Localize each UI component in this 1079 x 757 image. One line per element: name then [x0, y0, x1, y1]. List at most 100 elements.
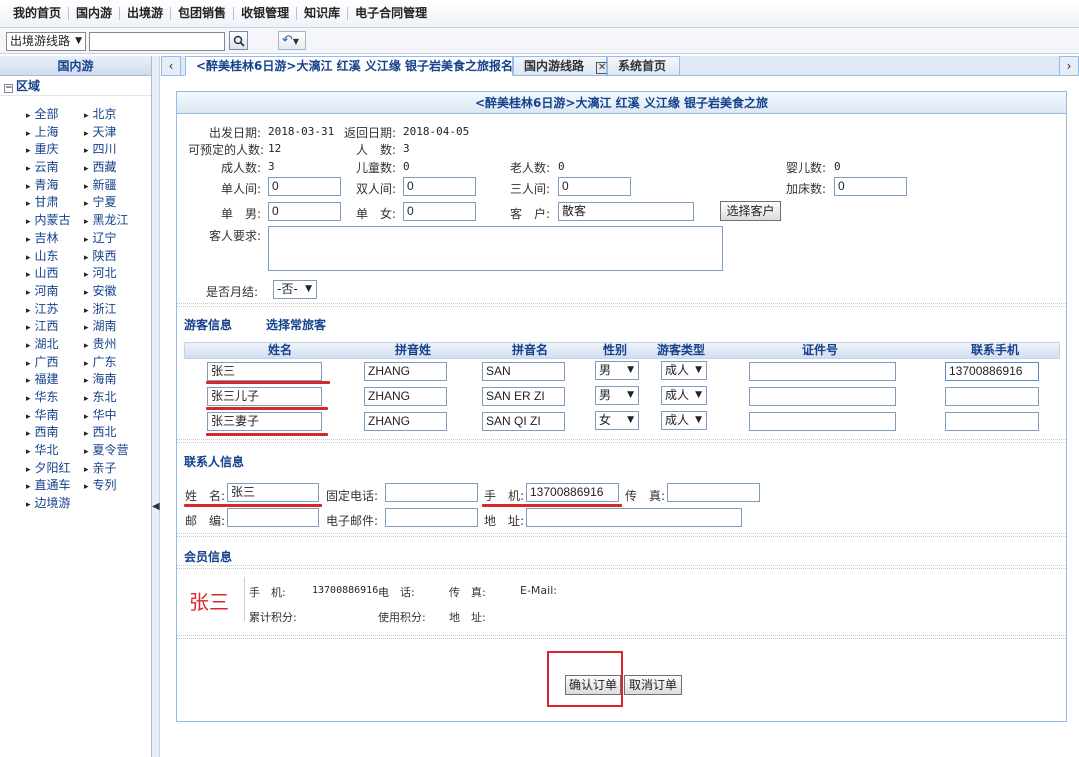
sidebar-item-province[interactable]: 华东	[26, 389, 84, 407]
sidebar-item-province[interactable]: 直通车	[26, 477, 84, 495]
sidebar-item-province[interactable]: 亲子	[84, 460, 154, 478]
contact-address-input[interactable]	[526, 508, 742, 527]
contact-mobile-input[interactable]: 13700886916	[526, 483, 619, 502]
sidebar-item-province[interactable]: 华北	[26, 442, 84, 460]
requirements-textarea[interactable]	[268, 226, 723, 271]
sidebar-item-province[interactable]: 陕西	[84, 248, 154, 266]
sidebar-item-province[interactable]: 山东	[26, 248, 84, 266]
guest-id-input[interactable]	[749, 412, 896, 431]
menu-outbound[interactable]: 出境游	[120, 7, 172, 20]
collapse-icon[interactable]: −	[4, 84, 13, 93]
single-female-input[interactable]: 0	[403, 202, 476, 221]
chevron-left-icon[interactable]: ◀	[152, 501, 160, 512]
region-tree-node[interactable]: − 区域	[0, 76, 151, 96]
menu-domestic[interactable]: 国内游	[69, 7, 121, 20]
contact-name-input[interactable]: 张三	[227, 483, 319, 502]
search-input[interactable]	[89, 32, 225, 51]
triple-room-input[interactable]: 0	[558, 177, 631, 196]
sidebar-item-province[interactable]: 西藏	[84, 159, 154, 177]
tab-domestic-routes[interactable]: 国内游线路 ✕	[513, 56, 609, 76]
sidebar-item-province[interactable]: 安徽	[84, 283, 154, 301]
sidebar-item-province[interactable]: 天津	[84, 124, 154, 142]
sidebar-item-province[interactable]: 全部	[26, 106, 84, 124]
sidebar-item-province[interactable]: 江西	[26, 318, 84, 336]
sidebar-item-province[interactable]: 河南	[26, 283, 84, 301]
tab-scroll-left[interactable]: ‹	[161, 56, 181, 76]
extra-bed-input[interactable]: 0	[834, 177, 907, 196]
tab-scroll-right[interactable]: ›	[1059, 56, 1079, 76]
select-customer-button[interactable]: 选择客户	[720, 201, 781, 221]
guest-id-input[interactable]	[749, 362, 896, 381]
guest-gender-select[interactable]: 男 ▼	[595, 361, 639, 380]
search-button[interactable]	[229, 31, 248, 50]
sidebar-item-province[interactable]: 山西	[26, 265, 84, 283]
guest-pinyin-last-input[interactable]: ZHANG	[364, 412, 447, 431]
route-type-select[interactable]: 出境游线路 ▼	[6, 32, 86, 51]
sidebar-item-province[interactable]: 广西	[26, 354, 84, 372]
sidebar-item-province[interactable]: 重庆	[26, 141, 84, 159]
menu-e-contract[interactable]: 电子合同管理	[348, 7, 434, 20]
guest-name-input[interactable]: 张三	[207, 362, 322, 381]
sidebar-item-province[interactable]: 贵州	[84, 336, 154, 354]
guest-phone-input[interactable]	[945, 412, 1039, 431]
back-button[interactable]: ↶▼	[278, 31, 306, 50]
guest-pinyin-last-input[interactable]: ZHANG	[364, 362, 447, 381]
sidebar-item-province[interactable]: 北京	[84, 106, 154, 124]
sidebar-item-province[interactable]: 内蒙古	[26, 212, 84, 230]
sidebar-item-province[interactable]: 云南	[26, 159, 84, 177]
guest-pinyin-last-input[interactable]: ZHANG	[364, 387, 447, 406]
sidebar-item-province[interactable]: 西北	[84, 424, 154, 442]
sidebar-item-province[interactable]: 江苏	[26, 301, 84, 319]
sidebar-item-province[interactable]: 甘肃	[26, 194, 84, 212]
sidebar-item-province[interactable]: 吉林	[26, 230, 84, 248]
guest-name-input[interactable]: 张三妻子	[207, 412, 322, 431]
sidebar-item-province[interactable]: 青海	[26, 177, 84, 195]
guest-type-select[interactable]: 成人 ▼	[661, 386, 707, 405]
select-frequent-link[interactable]: 选择常旅客	[266, 316, 326, 333]
single-male-input[interactable]: 0	[268, 202, 341, 221]
guest-id-input[interactable]	[749, 387, 896, 406]
sidebar-item-province[interactable]: 辽宁	[84, 230, 154, 248]
guest-gender-select[interactable]: 女 ▼	[595, 411, 639, 430]
sidebar-item-province[interactable]: 湖北	[26, 336, 84, 354]
menu-knowledge[interactable]: 知识库	[297, 7, 349, 20]
contact-landline-input[interactable]	[385, 483, 478, 502]
cancel-order-button[interactable]: 取消订单	[624, 675, 682, 695]
sidebar-item-province[interactable]: 专列	[84, 477, 154, 495]
sidebar-item-province[interactable]: 黑龙江	[84, 212, 154, 230]
sidebar-item-province[interactable]: 宁夏	[84, 194, 154, 212]
sidebar-item-province[interactable]: 西南	[26, 424, 84, 442]
guest-phone-input[interactable]	[945, 387, 1039, 406]
single-room-input[interactable]: 0	[268, 177, 341, 196]
sidebar-item-province[interactable]: 华中	[84, 407, 154, 425]
menu-home[interactable]: 我的首页	[6, 7, 70, 20]
sidebar-item-province[interactable]: 四川	[84, 141, 154, 159]
tab-system-home[interactable]: 系统首页	[607, 56, 680, 76]
customer-input[interactable]: 散客	[558, 202, 694, 221]
sidebar-item-province[interactable]: 华南	[26, 407, 84, 425]
menu-group-sales[interactable]: 包团销售	[171, 7, 235, 20]
guest-name-input[interactable]: 张三儿子	[207, 387, 322, 406]
sidebar-item-province[interactable]: 新疆	[84, 177, 154, 195]
sidebar-item-province[interactable]: 边境游	[26, 495, 84, 513]
sidebar-item-province[interactable]: 福建	[26, 371, 84, 389]
sidebar-item-province[interactable]: 夏令营	[84, 442, 154, 460]
sidebar-item-province[interactable]: 东北	[84, 389, 154, 407]
sidebar-collapse-bar[interactable]: ◀	[152, 56, 160, 757]
contact-fax-input[interactable]	[667, 483, 760, 502]
guest-type-select[interactable]: 成人 ▼	[661, 411, 707, 430]
guest-pinyin-first-input[interactable]: SAN	[482, 362, 565, 381]
sidebar-item-province[interactable]: 浙江	[84, 301, 154, 319]
confirm-order-button[interactable]: 确认订单	[565, 675, 621, 695]
guest-pinyin-first-input[interactable]: SAN ER ZI	[482, 387, 565, 406]
sidebar-item-province[interactable]: 夕阳红	[26, 460, 84, 478]
sidebar-item-province[interactable]: 广东	[84, 354, 154, 372]
guest-type-select[interactable]: 成人 ▼	[661, 361, 707, 380]
guest-phone-input[interactable]: 13700886916	[945, 362, 1039, 381]
sidebar-item-province[interactable]: 海南	[84, 371, 154, 389]
monthly-select[interactable]: -否- ▼	[273, 280, 317, 299]
double-room-input[interactable]: 0	[403, 177, 476, 196]
contact-email-input[interactable]	[385, 508, 478, 527]
sidebar-item-province[interactable]: 河北	[84, 265, 154, 283]
tab-registration[interactable]: <醉美桂林6日游>大漓江 红溪 义江缘 银子岩美食之旅报名	[185, 56, 513, 76]
